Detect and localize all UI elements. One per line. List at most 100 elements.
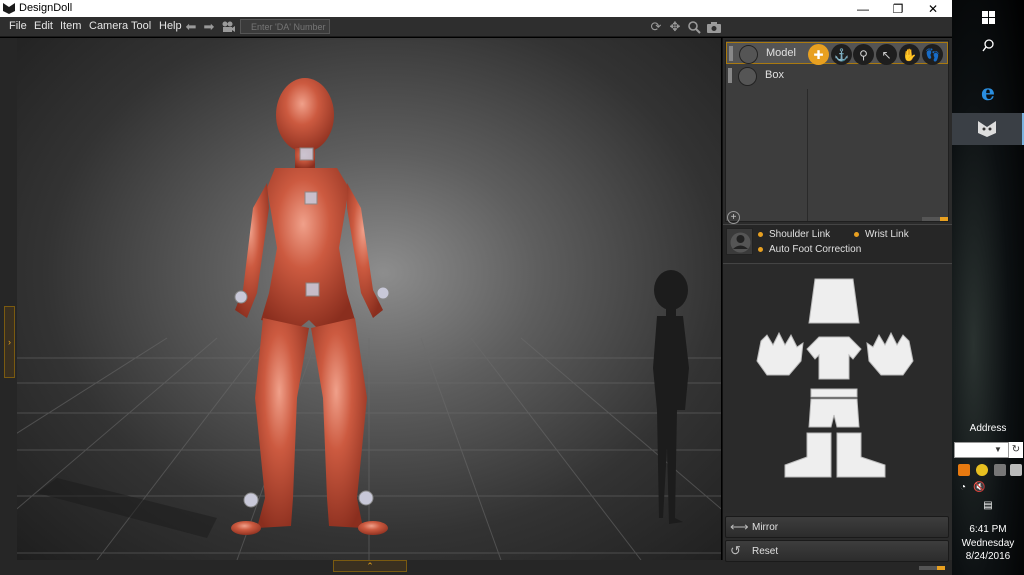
right-hand-part[interactable]: [756, 331, 804, 376]
menu-camera[interactable]: Camera: [89, 20, 128, 32]
expand-bottom-panel-button[interactable]: ⌃: [333, 560, 407, 572]
neck-handle[interactable]: [299, 147, 314, 161]
viewport-scene[interactable]: [17, 38, 721, 560]
close-button[interactable]: ✕: [916, 0, 950, 17]
restore-button[interactable]: ❐: [881, 0, 915, 17]
menu-file[interactable]: File: [9, 20, 27, 32]
hand-tool-icon[interactable]: ✋: [899, 44, 920, 65]
network-and-volume-icons[interactable]: ◔ 🔇: [952, 480, 1024, 494]
list-divider: [807, 89, 808, 221]
address-toolbar-label: Address: [969, 423, 1007, 434]
add-item-button[interactable]: +: [727, 211, 740, 224]
height-reference-silhouette: [653, 270, 689, 524]
link-options: Shoulder Link Wrist Link Auto Foot Corre…: [723, 224, 952, 264]
mirror-label: Mirror: [752, 521, 779, 533]
left-hand-part[interactable]: [866, 331, 914, 376]
right-wrist-handle[interactable]: [234, 290, 248, 304]
foot-tool-icon[interactable]: 👣: [922, 44, 943, 65]
move-icon[interactable]: ✥: [667, 19, 683, 35]
reset-icon: ↺: [730, 543, 741, 558]
left-panel-strip: ›: [0, 38, 17, 565]
app-logo-icon: [3, 3, 15, 14]
torso-part[interactable]: [806, 336, 862, 380]
menu-tool[interactable]: Tool: [131, 20, 151, 32]
scene-item-label: Box: [765, 69, 784, 81]
windows-start-icon[interactable]: [952, 8, 1024, 26]
right-foot-part[interactable]: [784, 432, 832, 478]
search-icon[interactable]: [952, 36, 1024, 54]
notifications-icon[interactable]: ▤: [952, 498, 1024, 512]
scene-object-list: Model ✚ ⚓ ⚲ ↖ ✋ 👣 Box +: [725, 40, 949, 224]
scene-item-model[interactable]: Model ✚ ⚓ ⚲ ↖ ✋ 👣: [726, 42, 948, 65]
head-part[interactable]: [808, 278, 860, 324]
body-icon: [726, 228, 753, 255]
tray-app-icon[interactable]: [1010, 464, 1022, 476]
model-icon: [739, 45, 758, 64]
hip-handle[interactable]: [305, 282, 320, 297]
doll-model[interactable]: [231, 78, 388, 535]
menu-item[interactable]: Item: [60, 20, 81, 32]
select-tool-icon[interactable]: ↖: [876, 44, 897, 65]
edge-icon[interactable]: e: [952, 80, 1024, 106]
auto-foot-label: Auto Foot Correction: [769, 244, 862, 255]
right-panel: Model ✚ ⚓ ⚲ ↖ ✋ 👣 Box + Shoulder Link Wr…: [722, 38, 952, 570]
clock-time[interactable]: 6:41 PM: [952, 524, 1024, 535]
da-number-input[interactable]: [240, 19, 330, 34]
wrist-link-label: Wrist Link: [865, 229, 909, 240]
minimize-button[interactable]: —: [846, 0, 880, 17]
menu-help[interactable]: Help: [159, 20, 182, 32]
zoom-tool-icon[interactable]: ⚲: [853, 44, 874, 65]
clock-date[interactable]: 8/24/2016: [952, 551, 1024, 562]
clock-day[interactable]: Wednesday: [952, 538, 1024, 549]
rotate-icon[interactable]: ⟳: [648, 19, 664, 35]
hip-part[interactable]: [808, 398, 860, 428]
wrist-link-toggle[interactable]: Wrist Link: [854, 229, 909, 240]
refresh-icon[interactable]: ↻: [1009, 442, 1023, 458]
wifi-icon[interactable]: ◔: [960, 482, 966, 493]
left-wrist-handle[interactable]: [376, 286, 390, 300]
bottom-strip: [0, 560, 952, 575]
auto-foot-toggle[interactable]: Auto Foot Correction: [758, 244, 861, 255]
body-part-selector: [723, 265, 952, 513]
zoom-icon[interactable]: [686, 19, 702, 35]
tray-app-icon[interactable]: [958, 464, 970, 476]
chest-handle[interactable]: [304, 191, 318, 205]
scene-item-label: Model: [766, 47, 796, 59]
window-title: DesignDoll: [19, 2, 73, 14]
redo-arrow-icon[interactable]: ➡: [201, 19, 217, 35]
designdoll-icon[interactable]: [952, 113, 1024, 145]
snapshot-icon[interactable]: [706, 19, 722, 35]
windows-taskbar: e Address ▼ ↻ ◔ 🔇 ▤ 6:41 PM Wednesday 8/2…: [952, 0, 1024, 575]
joint-tool-icon[interactable]: ✚: [808, 44, 829, 65]
waist-part[interactable]: [810, 388, 858, 398]
row-drag-tab[interactable]: [728, 68, 732, 83]
camera-icon[interactable]: [220, 19, 236, 35]
mirror-button[interactable]: ⟷ Mirror: [725, 516, 949, 538]
left-foot-part[interactable]: [836, 432, 886, 478]
scene-item-box[interactable]: Box: [726, 65, 948, 87]
right-ankle-handle[interactable]: [243, 492, 259, 508]
left-ankle-handle[interactable]: [358, 490, 374, 506]
pose-tool-icon[interactable]: ⚓: [831, 44, 852, 65]
shoulder-link-toggle[interactable]: Shoulder Link: [758, 229, 830, 240]
toggle-dot: [758, 231, 763, 237]
reset-label: Reset: [752, 545, 779, 557]
menu-edit[interactable]: Edit: [34, 20, 53, 32]
title-bar: DesignDoll — ❐ ✕: [0, 0, 952, 17]
mirror-icon: ⟷: [730, 519, 749, 534]
undo-arrow-icon[interactable]: ⬅: [183, 19, 199, 35]
toggle-dot: [854, 231, 859, 237]
app-window: DesignDoll — ❐ ✕ File Edit Item Camera T…: [0, 0, 1024, 575]
volume-muted-icon[interactable]: 🔇: [973, 482, 985, 493]
tray-app-icon[interactable]: [976, 464, 988, 476]
toggle-dot: [758, 246, 763, 252]
scroll-indicator[interactable]: [922, 217, 948, 221]
tray-app-icon[interactable]: [994, 464, 1006, 476]
expand-left-panel-button[interactable]: ›: [4, 306, 15, 378]
scroll-indicator[interactable]: [919, 566, 945, 570]
doll-shadow: [37, 478, 217, 538]
chevron-down-icon[interactable]: ▼: [994, 445, 1002, 454]
row-drag-tab[interactable]: [729, 46, 733, 61]
3d-viewport[interactable]: [17, 38, 721, 560]
reset-button[interactable]: ↺ Reset: [725, 540, 949, 562]
